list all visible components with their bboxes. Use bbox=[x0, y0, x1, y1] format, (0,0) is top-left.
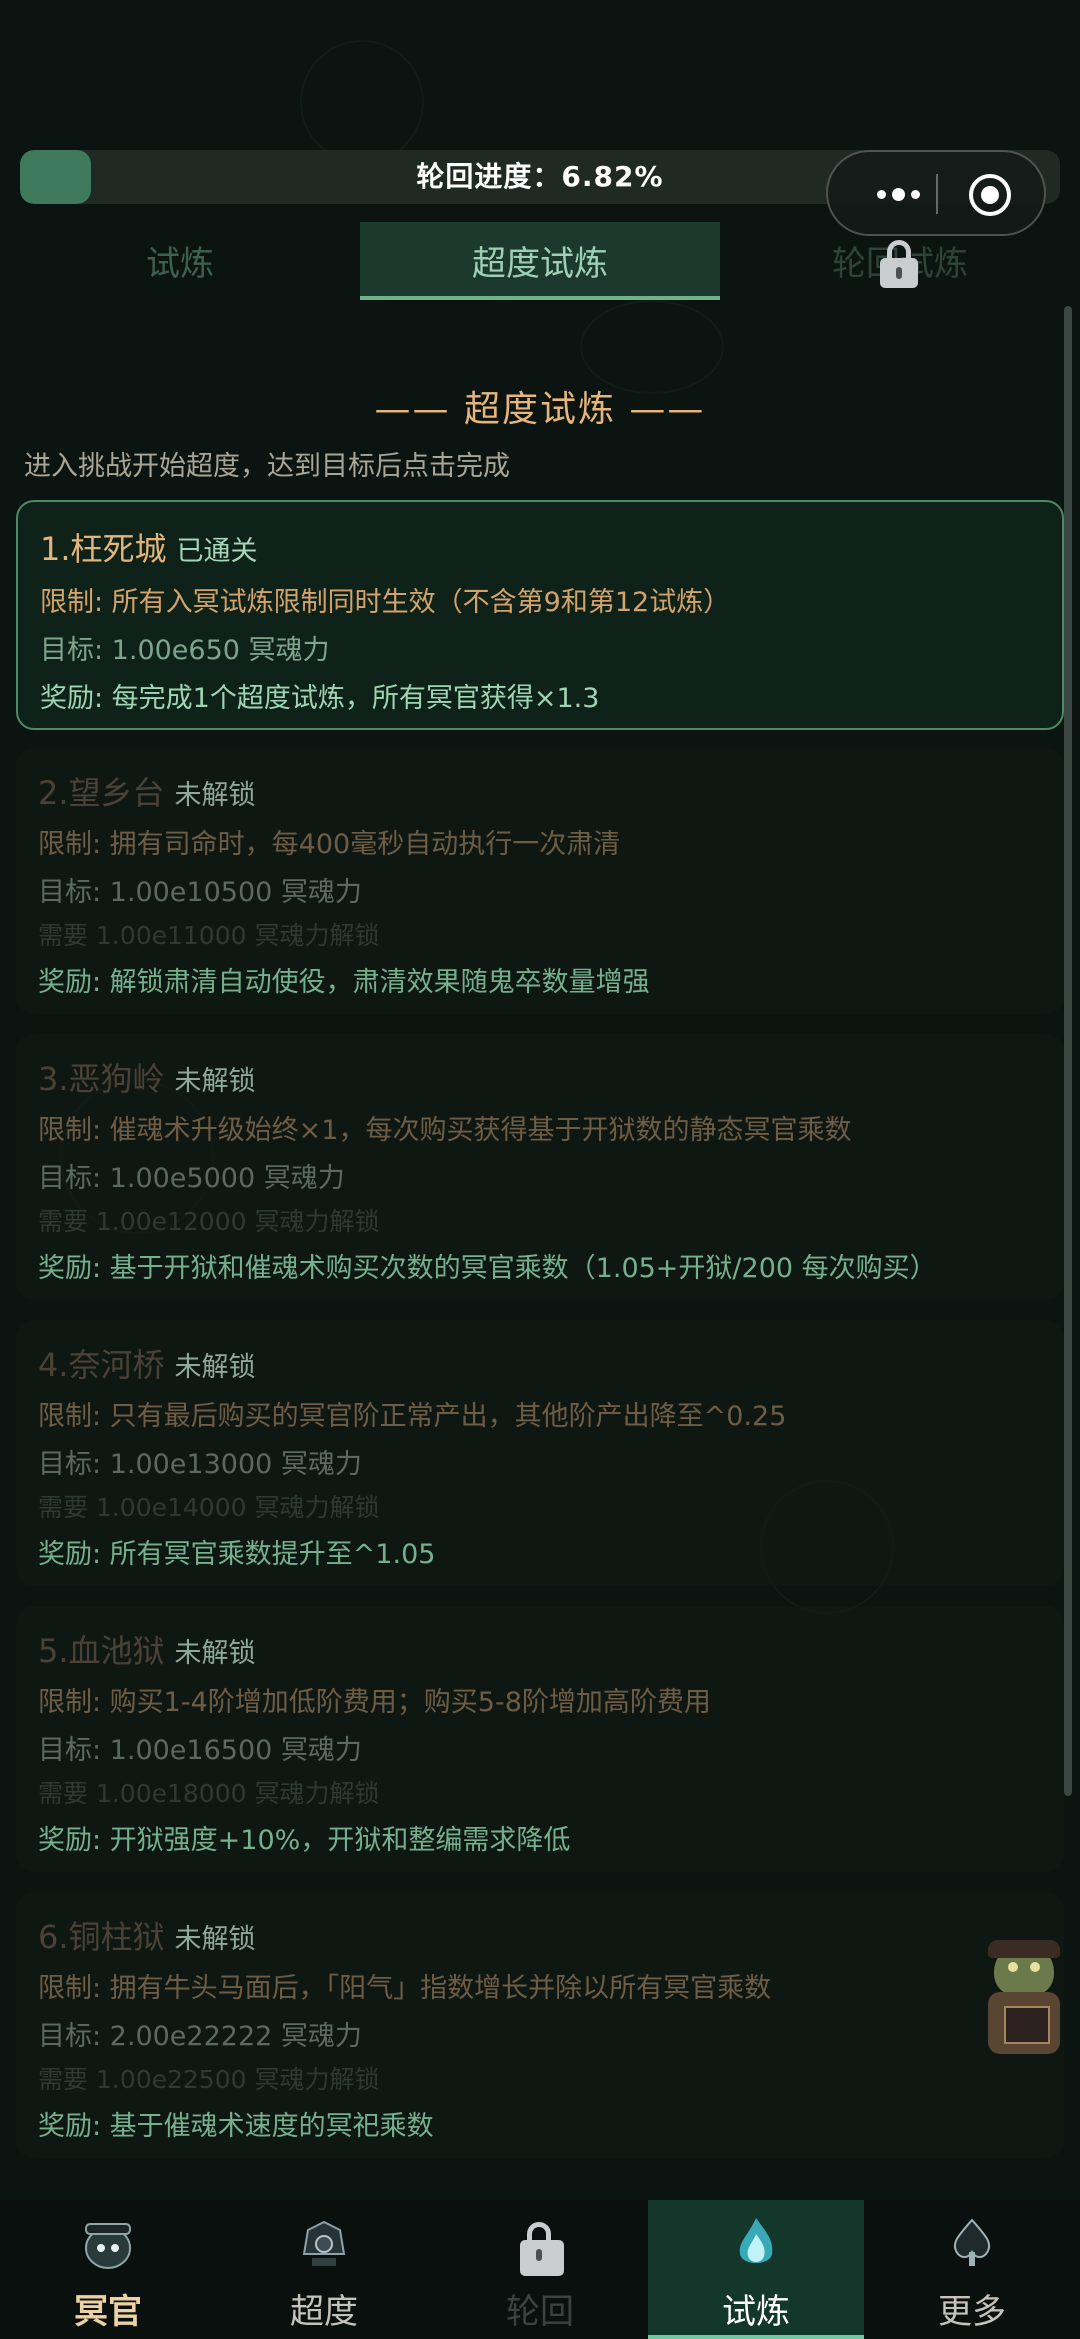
trial-limit: 限制: 只有最后购买的冥官阶正常产出，其他阶产出降至^0.25 bbox=[38, 1401, 787, 1432]
ghost-helmet-icon bbox=[302, 2220, 346, 2266]
trial-title: 2.望乡台 未解锁 bbox=[38, 768, 256, 814]
trial-requirement: 需要 1.00e14000 冥魂力解锁 bbox=[38, 1493, 380, 1522]
background-decoration bbox=[300, 40, 424, 164]
trial-limit: 限制: 拥有牛头马面后，「阳气」指数增长并除以所有冥官乘数 bbox=[38, 1973, 772, 2004]
scrollbar[interactable] bbox=[1064, 306, 1072, 1796]
nav-more[interactable]: 更多 bbox=[864, 2200, 1080, 2339]
trial-reward: 奖励: 基于催魂术速度的冥祀乘数 bbox=[38, 2111, 434, 2142]
section-title: —— 超度试炼 —— bbox=[374, 389, 706, 430]
trial-card[interactable]: 2.望乡台 未解锁 限制: 拥有司命时，每400毫秒自动执行一次肃清 目标: 1.… bbox=[16, 748, 1064, 1014]
trial-title: 3.恶狗岭 未解锁 bbox=[38, 1054, 256, 1100]
trial-status: 未解锁 bbox=[174, 780, 256, 811]
nav-label: 更多 bbox=[938, 2292, 1006, 2332]
trial-title: 4.奈河桥 未解锁 bbox=[38, 1340, 256, 1386]
goblin-mascot-icon[interactable] bbox=[984, 1940, 1068, 2060]
trial-target: 目标: 1.00e10500 冥魂力 bbox=[38, 877, 362, 908]
trial-reward: 奖励: 基于开狱和催魂术购买次数的冥官乘数（1.05+开狱/200 每次购买） bbox=[38, 1253, 937, 1284]
trial-requirement: 需要 1.00e18000 冥魂力解锁 bbox=[38, 1779, 380, 1808]
trial-requirement: 需要 1.00e12000 冥魂力解锁 bbox=[38, 1207, 380, 1236]
spade-emblem-icon bbox=[953, 2218, 991, 2266]
bottom-navigation: 冥官 超度 轮回 试炼 更多 bbox=[0, 2200, 1080, 2339]
trial-target: 目标: 1.00e16500 冥魂力 bbox=[38, 1735, 362, 1766]
trial-title: 1.枉死城 已通关 bbox=[40, 524, 258, 570]
trial-reward: 奖励: 每完成1个超度试炼，所有冥官获得×1.3 bbox=[40, 683, 600, 714]
trial-reward: 奖励: 所有冥官乘数提升至^1.05 bbox=[38, 1539, 436, 1570]
tab-salvation-trial[interactable]: 超度试炼 bbox=[360, 222, 720, 300]
trial-name: 3.恶狗岭 bbox=[38, 1060, 165, 1098]
trial-target: 目标: 1.00e13000 冥魂力 bbox=[38, 1449, 362, 1480]
trial-requirement: 需要 1.00e11000 冥魂力解锁 bbox=[38, 921, 380, 950]
trial-status: 已通关 bbox=[176, 536, 258, 567]
lock-icon bbox=[880, 240, 918, 288]
nav-label: 冥官 bbox=[74, 2292, 142, 2332]
trial-status: 未解锁 bbox=[174, 1066, 256, 1097]
nav-label: 轮回 bbox=[506, 2292, 574, 2332]
trial-requirement: 需要 1.00e22500 冥魂力解锁 bbox=[38, 2065, 380, 2094]
trial-name: 2.望乡台 bbox=[38, 774, 165, 812]
section-intro: 进入挑战开始超度，达到目标后点击完成 bbox=[24, 451, 510, 482]
trial-reward: 奖励: 开狱强度+10%，开狱和整编需求降低 bbox=[38, 1825, 571, 1856]
nav-trial[interactable]: 试炼 bbox=[648, 2200, 864, 2339]
nav-label: 试炼 bbox=[722, 2292, 790, 2332]
trial-name: 1.枉死城 bbox=[40, 530, 167, 568]
ghost-official-icon bbox=[85, 2223, 131, 2269]
trial-card[interactable]: 6.铜柱狱 未解锁 限制: 拥有牛头马面后，「阳气」指数增长并除以所有冥官乘数 目… bbox=[16, 1892, 1064, 2158]
trial-status: 未解锁 bbox=[174, 1924, 256, 1955]
trial-status: 未解锁 bbox=[174, 1352, 256, 1383]
trial-limit: 限制: 购买1-4阶增加低阶费用；购买5-8阶增加高阶费用 bbox=[38, 1687, 711, 1718]
trial-status: 未解锁 bbox=[174, 1638, 256, 1669]
capsule-divider bbox=[936, 174, 938, 214]
trial-target: 目标: 1.00e650 冥魂力 bbox=[40, 635, 330, 666]
blue-flame-icon bbox=[739, 2218, 773, 2263]
trial-name: 4.奈河桥 bbox=[38, 1346, 165, 1384]
trial-reward: 奖励: 解锁肃清自动使役，肃清效果随鬼卒数量增强 bbox=[38, 967, 650, 998]
trial-title: 5.血池狱 未解锁 bbox=[38, 1626, 256, 1672]
nav-label: 超度 bbox=[290, 2292, 358, 2332]
more-options-icon[interactable] bbox=[858, 176, 938, 212]
close-miniprogram-icon[interactable] bbox=[969, 174, 1011, 216]
trial-card[interactable]: 1.枉死城 已通关 限制: 所有入冥试炼限制同时生效（不含第9和第12试炼） 目标… bbox=[16, 500, 1064, 730]
trial-limit: 限制: 催魂术升级始终×1，每次购买获得基于开狱数的静态冥官乘数 bbox=[38, 1115, 852, 1146]
trial-card[interactable]: 5.血池狱 未解锁 限制: 购买1-4阶增加低阶费用；购买5-8阶增加高阶费用 目… bbox=[16, 1606, 1064, 1872]
trial-card[interactable]: 4.奈河桥 未解锁 限制: 只有最后购买的冥官阶正常产出，其他阶产出降至^0.25… bbox=[16, 1320, 1064, 1586]
trial-name: 6.铜柱狱 bbox=[38, 1918, 165, 1956]
tab-trial[interactable]: 试炼 bbox=[20, 222, 340, 300]
nav-officials[interactable]: 冥官 bbox=[0, 2200, 216, 2339]
nav-reincarnation[interactable]: 轮回 bbox=[432, 2200, 648, 2339]
trial-limit: 限制: 拥有司命时，每400毫秒自动执行一次肃清 bbox=[38, 829, 621, 860]
trial-card[interactable]: 3.恶狗岭 未解锁 限制: 催魂术升级始终×1，每次购买获得基于开狱数的静态冥官乘… bbox=[16, 1034, 1064, 1300]
trial-title: 6.铜柱狱 未解锁 bbox=[38, 1912, 256, 1958]
trial-target: 目标: 2.00e22222 冥魂力 bbox=[38, 2021, 362, 2052]
trial-limit: 限制: 所有入冥试炼限制同时生效（不含第9和第12试炼） bbox=[40, 587, 731, 618]
lock-icon bbox=[520, 2222, 564, 2276]
trial-name: 5.血池狱 bbox=[38, 1632, 165, 1670]
nav-salvation[interactable]: 超度 bbox=[216, 2200, 432, 2339]
trial-target: 目标: 1.00e5000 冥魂力 bbox=[38, 1163, 345, 1194]
